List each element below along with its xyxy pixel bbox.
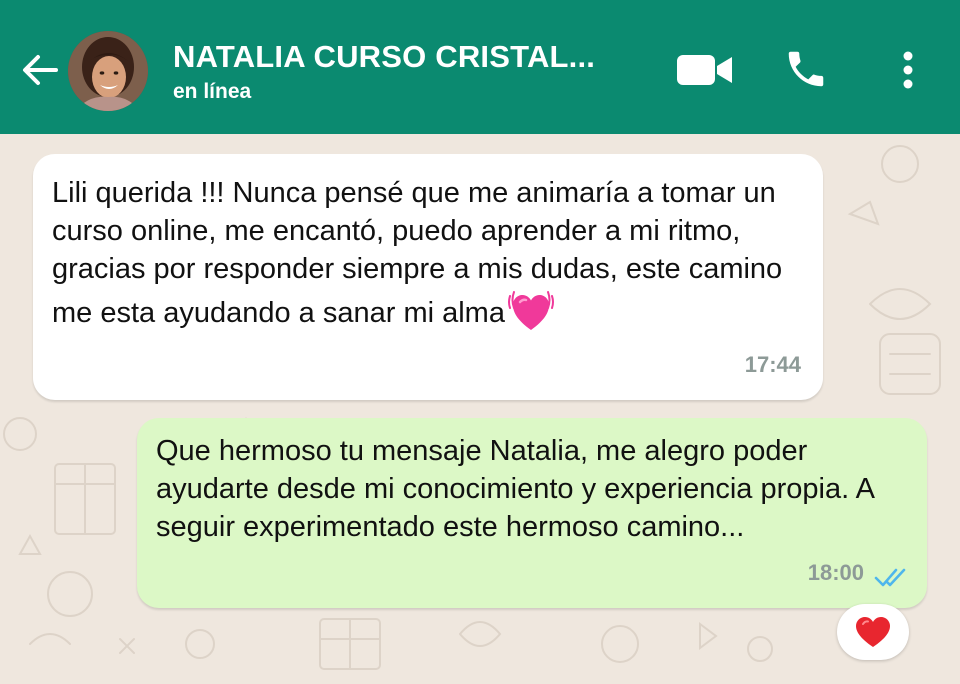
- chat-header: NATALIA CURSO CRISTAL... en línea: [0, 0, 960, 134]
- back-arrow-icon[interactable]: [18, 48, 62, 92]
- message-reaction[interactable]: [837, 604, 909, 660]
- video-call-icon[interactable]: [676, 52, 734, 88]
- outgoing-message-text: Que hermoso tu mensaje Natalia, me alegr…: [156, 435, 874, 543]
- phone-icon[interactable]: [783, 46, 829, 92]
- incoming-message-bubble[interactable]: Lili querida !!! Nunca pensé que me anim…: [33, 154, 823, 400]
- more-options-icon[interactable]: [896, 48, 920, 92]
- contact-name[interactable]: NATALIA CURSO CRISTAL...: [173, 39, 595, 75]
- message-time: 18:00: [807, 560, 864, 585]
- contact-status: en línea: [173, 80, 252, 103]
- message-text: Lili querida !!! Nunca pensé que me anim…: [52, 177, 783, 329]
- incoming-message-text: Lili querida !!! Nunca pensé que me anim…: [52, 174, 812, 336]
- message-time: 17:44: [744, 352, 801, 377]
- double-check-read-icon: [874, 568, 906, 587]
- outgoing-message-bubble[interactable]: Que hermoso tu mensaje Natalia, me alegr…: [137, 418, 927, 608]
- avatar[interactable]: [68, 31, 148, 111]
- chat-area[interactable]: Lili querida !!! Nunca pensé que me anim…: [0, 134, 960, 684]
- red-heart-icon: [856, 617, 890, 647]
- beating-heart-icon: [507, 291, 554, 330]
